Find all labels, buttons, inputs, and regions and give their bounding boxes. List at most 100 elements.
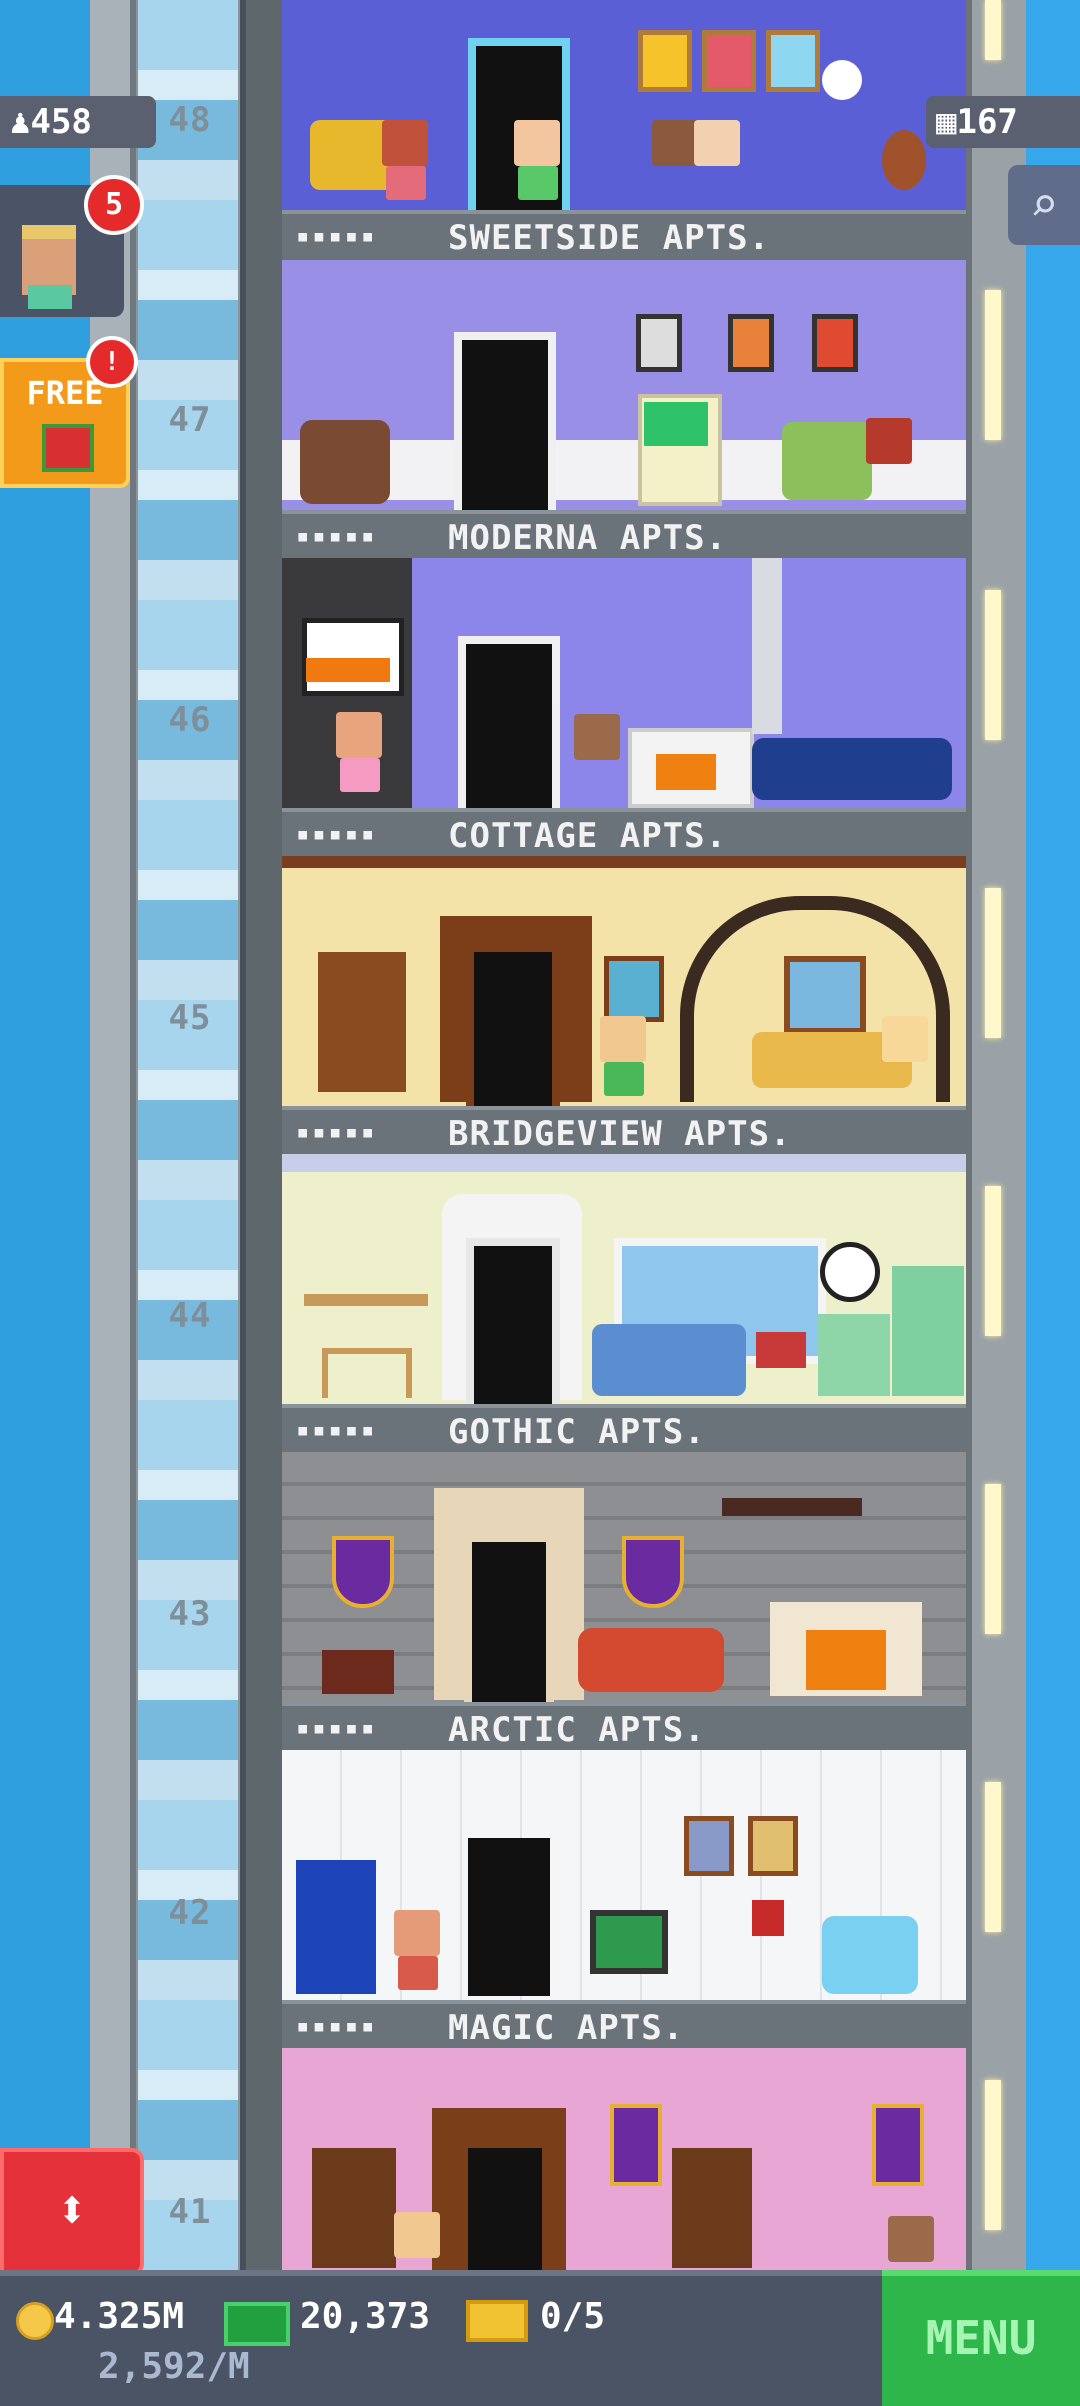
visitor-count-badge: 5 (84, 175, 144, 235)
fire (806, 1630, 886, 1690)
chimney-pipe (752, 558, 782, 734)
wall-light (985, 290, 1001, 440)
bookshelf (318, 952, 406, 1092)
floor-name: ARCTIC APTS. (448, 1710, 706, 1750)
picture-frame (638, 30, 692, 92)
table (322, 1348, 412, 1398)
floor-number-41: 41 (168, 2192, 212, 2232)
shelf (304, 1294, 428, 1306)
resident (652, 120, 698, 166)
resident (888, 2216, 934, 2262)
floor-48[interactable]: ▪▪▪▪▪ SWEETSIDE APTS. (282, 0, 966, 260)
residents-icons: ▪▪▪▪▪ (296, 1418, 378, 1443)
floor-41[interactable] (282, 2048, 966, 2270)
residents-icons: ▪▪▪▪▪ (296, 2014, 378, 2039)
free-alert-badge: ! (86, 336, 138, 388)
floor-number-44: 44 (168, 1296, 212, 1336)
floor-44[interactable]: ▪▪▪▪▪ GOTHIC APTS. (282, 1154, 966, 1452)
coin-icon (16, 2302, 54, 2340)
door (464, 1534, 554, 1708)
green-chair (782, 422, 872, 500)
residents-icons: ▪▪▪▪▪ (296, 224, 378, 249)
picture-frame (636, 314, 682, 372)
search-button[interactable]: ⌕ (1008, 165, 1080, 245)
resident (394, 2212, 440, 2258)
floor-number-42: 42 (168, 1893, 212, 1933)
door (460, 2140, 550, 2270)
wall-light (985, 590, 1001, 740)
residents-icons: ▪▪▪▪▪ (296, 822, 378, 847)
window (784, 956, 866, 1034)
bookshelf (312, 2148, 396, 2268)
floor-43[interactable]: ▪▪▪▪▪ ARCTIC APTS. (282, 1452, 966, 1750)
up-down-arrows-icon: ⬍ (55, 2178, 89, 2241)
sky-left (0, 0, 90, 2270)
income-value: 2,592/M (98, 2346, 250, 2387)
wall-light (985, 1484, 1001, 1634)
floor-45[interactable]: ▪▪▪▪▪ BRIDGEVIEW APTS. (282, 856, 966, 1154)
resident-body (398, 1956, 438, 1990)
resident (866, 418, 912, 464)
resident-body (340, 758, 380, 792)
floor-label-44: ▪▪▪▪▪ GOTHIC APTS. (282, 1404, 966, 1452)
red-sofa (578, 1628, 724, 1692)
tickets-value: 0/5 (540, 2296, 606, 2337)
wall-light (985, 1186, 1001, 1336)
stove (818, 1314, 890, 1396)
resident-body (604, 1062, 644, 1096)
mondrian-art (302, 618, 404, 696)
wall-light (985, 888, 1001, 1038)
fridge (892, 1266, 964, 1396)
door (466, 944, 560, 1110)
floors-counter[interactable]: ▦167 (926, 96, 1080, 148)
resident (394, 1910, 440, 1956)
wall-light (985, 2080, 1001, 2230)
resident (382, 120, 428, 166)
picture-frame (728, 314, 774, 372)
floor-47[interactable]: ▪▪▪▪▪ MODERNA APTS. (282, 260, 966, 558)
coins-value: 4.325M (54, 2296, 185, 2337)
floor-label-42: ▪▪▪▪▪ MAGIC APTS. (282, 2000, 966, 2048)
resident-body (518, 166, 558, 200)
flower (822, 60, 862, 100)
banner (610, 2104, 662, 2186)
wall-light (985, 1782, 1001, 1932)
brown-chair (300, 420, 390, 504)
menu-button[interactable]: MENU (882, 2270, 1080, 2406)
population-value: 458 (30, 102, 92, 142)
floor-number-43: 43 (168, 1594, 212, 1634)
resident (574, 714, 620, 760)
picture-frame (702, 30, 756, 92)
floor-number-45: 45 (168, 998, 212, 1038)
magnifier-icon: ⌕ (1029, 177, 1059, 233)
banner (872, 2104, 924, 2186)
resident (336, 712, 382, 758)
radio (756, 1332, 806, 1368)
shield-icon (332, 1536, 394, 1608)
blue-sofa (592, 1324, 746, 1396)
chandelier (722, 1498, 862, 1516)
vase (882, 130, 926, 190)
floor-name: MAGIC APTS. (448, 2008, 685, 2048)
picture-frame (766, 30, 820, 92)
blue-armchair (822, 1916, 918, 1994)
art-stripe (306, 658, 390, 682)
residents-icons: ▪▪▪▪▪ (296, 524, 378, 549)
floor-name: SWEETSIDE APTS. (448, 218, 771, 258)
blue-fridge (296, 1860, 376, 1994)
floor-label-43: ▪▪▪▪▪ ARCTIC APTS. (282, 1702, 966, 1750)
resident-body (386, 166, 426, 200)
bux-value: 20,373 (300, 2296, 431, 2337)
floor-label-46: ▪▪▪▪▪ COTTAGE APTS. (282, 808, 966, 856)
fire (656, 754, 716, 790)
population-counter[interactable]: ♟458 (0, 96, 156, 148)
floor-46[interactable]: ▪▪▪▪▪ COTTAGE APTS. (282, 558, 966, 856)
floor-name: MODERNA APTS. (448, 518, 728, 558)
picture-frame (604, 956, 664, 1022)
floor-label-48: ▪▪▪▪▪ SWEETSIDE APTS. (282, 210, 966, 260)
shield-icon (622, 1536, 684, 1608)
door (454, 332, 556, 514)
bux-icon (224, 2302, 290, 2346)
floor-42[interactable]: ▪▪▪▪▪ MAGIC APTS. (282, 1750, 966, 2048)
elevator-button[interactable]: ⬍ (0, 2148, 144, 2276)
